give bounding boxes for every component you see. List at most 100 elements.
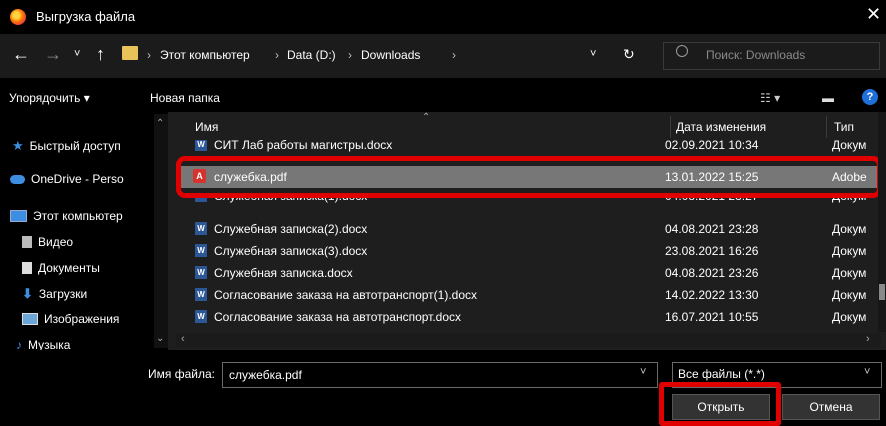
file-date: 14.02.2022 13:30 [665, 288, 759, 302]
column-header-type[interactable]: Тип [834, 120, 854, 134]
search-placeholder: Поиск: Downloads [706, 48, 806, 62]
search-icon [676, 45, 688, 57]
filename-label: Имя файла: [148, 367, 215, 381]
table-row[interactable]: W Согласование заказа на автотранспорт(1… [176, 284, 881, 306]
breadcrumb-separator-icon: › [348, 48, 352, 62]
filename-dropdown-icon[interactable]: ˅ [640, 366, 646, 378]
file-list-clip: W СИТ Лаб работы магистры.docx 02.09.202… [176, 140, 878, 154]
sidebar-item-downloads[interactable]: ⬇ Загрузки [22, 286, 87, 302]
file-type-dropdown-icon[interactable]: ˅ [864, 366, 870, 378]
file-name: Согласование заказа на автотранспорт(1).… [214, 288, 478, 302]
file-name: Служебная записка.docx [214, 266, 353, 280]
word-icon: W [195, 222, 207, 235]
new-folder-button[interactable]: Новая папка [150, 91, 220, 105]
nav-pane-scrollbar[interactable] [154, 114, 168, 348]
sidebar-item-label: Изображения [44, 312, 120, 326]
scroll-up-icon[interactable]: ⌃ [156, 118, 164, 129]
sidebar-item-quick-access[interactable]: ★ Быстрый доступ [12, 138, 121, 154]
open-button-highlight [659, 382, 781, 426]
sidebar-item-label: Видео [38, 235, 74, 249]
table-row[interactable]: W СИТ Лаб работы магистры.docx 02.09.202… [176, 140, 878, 154]
firefox-icon [10, 9, 26, 25]
scroll-right-icon[interactable]: › [866, 333, 870, 345]
video-icon [22, 236, 32, 248]
cancel-button[interactable]: Отмена [782, 394, 880, 420]
file-type: Докум [832, 310, 867, 324]
table-row[interactable]: W Служебная записка(3).docx 23.08.2021 1… [176, 240, 881, 262]
documents-icon [22, 262, 32, 274]
address-dropdown-icon[interactable]: ˅ [590, 48, 596, 60]
sidebar-item-documents[interactable]: Документы [22, 261, 100, 275]
sidebar-item-images[interactable]: Изображения [22, 312, 119, 326]
view-options-icon[interactable]: ☷ ▾ [760, 91, 780, 105]
breadcrumb-separator-icon: › [452, 48, 456, 62]
file-name: Служебная записка(2).docx [214, 222, 368, 236]
folder-icon [122, 46, 138, 60]
images-icon [22, 313, 38, 325]
word-icon: W [195, 244, 207, 257]
sidebar-item-label: Музыка [28, 338, 71, 350]
table-row[interactable]: W Согласование заказа на автотранспорт.d… [176, 306, 881, 328]
file-date: 04.08.2021 23:26 [665, 266, 759, 280]
toolbar [0, 82, 886, 112]
filename-value: служебка.pdf [229, 368, 302, 382]
file-type: Докум [832, 288, 867, 302]
file-type-value: Все файлы (*.*) [678, 367, 765, 381]
up-arrow-icon[interactable]: ↑ [96, 44, 105, 65]
scrollbar-thumb[interactable] [879, 284, 885, 300]
word-icon: W [195, 288, 207, 301]
computer-icon [10, 210, 27, 222]
window-title: Выгрузка файла [36, 9, 136, 24]
cloud-icon [10, 174, 25, 184]
file-type: Докум [832, 222, 867, 236]
column-divider [670, 116, 671, 138]
word-icon: W [195, 310, 207, 323]
sidebar-item-this-pc[interactable]: Этот компьютер [10, 209, 123, 223]
table-row[interactable]: W Служебная записка.docx 04.08.2021 23:2… [176, 262, 881, 284]
word-icon: W [195, 266, 207, 279]
sidebar-item-label: Этот компьютер [33, 209, 123, 223]
sidebar-item-video[interactable]: Видео [22, 235, 73, 249]
file-date: 02.09.2021 10:34 [665, 140, 759, 152]
file-name: Служебная записка(3).docx [214, 244, 368, 258]
file-type: Докум [832, 244, 867, 258]
table-row[interactable]: W Служебная записка(2).docx 04.08.2021 2… [176, 218, 881, 240]
file-date: 04.08.2021 23:28 [665, 222, 759, 236]
file-name: Согласование заказа на автотранспорт.doc… [214, 310, 462, 324]
breadcrumb-separator-icon: › [147, 48, 151, 62]
preview-pane-icon[interactable]: ▬ [822, 91, 834, 105]
column-header-date[interactable]: Дата изменения [676, 120, 766, 134]
breadcrumb-downloads[interactable]: Downloads [361, 48, 420, 62]
breadcrumb-drive-d[interactable]: Data (D:) [287, 48, 336, 62]
sidebar-item-onedrive[interactable]: OneDrive - Perso [10, 172, 124, 186]
forward-arrow-icon[interactable]: → [44, 44, 62, 65]
file-type: Докум [832, 140, 867, 152]
file-date: 23.08.2021 16:26 [665, 244, 759, 258]
back-arrow-icon[interactable]: ← [12, 44, 30, 65]
file-list-horizontal-scrollbar[interactable] [176, 333, 881, 347]
help-icon[interactable]: ? [862, 89, 878, 105]
column-divider [826, 116, 827, 138]
recent-locations-icon[interactable]: ˅ [74, 48, 80, 60]
refresh-icon[interactable]: ↻ [623, 46, 635, 63]
file-name: СИТ Лаб работы магистры.docx [214, 140, 393, 152]
organize-button[interactable]: Упорядочить ▾ [9, 91, 90, 105]
breadcrumb-separator-icon: › [275, 48, 279, 62]
close-icon[interactable]: ✕ [866, 4, 881, 25]
sidebar-item-music[interactable]: ♪ Музыка [16, 338, 166, 350]
file-type: Докум [832, 266, 867, 280]
word-icon: W [195, 140, 207, 151]
highlight-outline [176, 156, 882, 198]
breadcrumb-this-pc[interactable]: Этот компьютер [160, 48, 250, 62]
music-icon: ♪ [16, 338, 22, 350]
sidebar-item-label: Загрузки [38, 287, 88, 301]
downloads-icon: ⬇ [22, 286, 33, 301]
sidebar-item-label: Быстрый доступ [29, 139, 121, 153]
file-date: 16.07.2021 10:55 [665, 310, 759, 324]
star-icon: ★ [12, 138, 24, 153]
column-header-name[interactable]: Имя [195, 120, 218, 134]
sort-ascending-icon: ⌃ [422, 112, 431, 123]
sidebar-item-label: Документы [38, 261, 100, 275]
scroll-left-icon[interactable]: ‹ [181, 333, 185, 345]
sidebar-item-label: OneDrive - Perso [31, 172, 124, 186]
